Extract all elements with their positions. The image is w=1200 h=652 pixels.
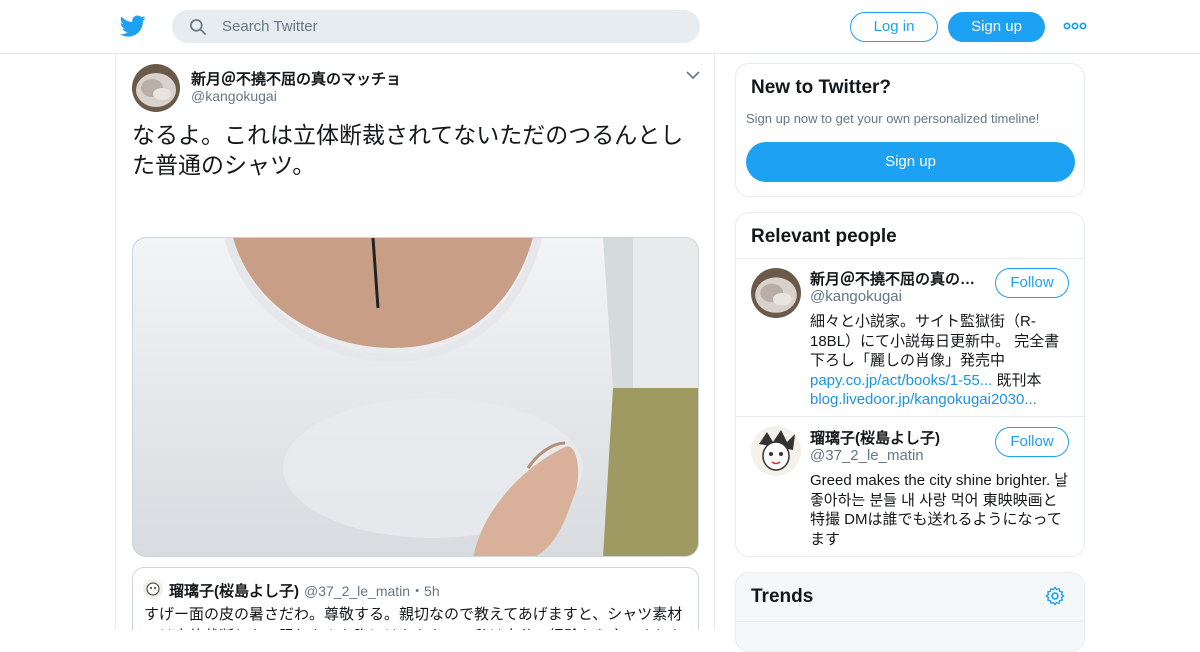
person-name[interactable]: 瑠璃子(桜島よし子) bbox=[810, 427, 980, 448]
avatar-image bbox=[751, 426, 801, 476]
avatar-image bbox=[143, 579, 163, 599]
sidebar-signup-button[interactable]: Sign up bbox=[746, 142, 1075, 182]
new-to-twitter-title: New to Twitter? bbox=[751, 77, 892, 98]
author-name[interactable]: 新月＠不撓不屈の真のマッチョ bbox=[191, 68, 401, 89]
relevant-people-card: Relevant people 新月＠不撓不屈の真の… @kangokugai … bbox=[735, 212, 1085, 557]
relevant-people-title: Relevant people bbox=[751, 226, 897, 247]
bio-text: 既刊本 bbox=[992, 371, 1042, 389]
signup-button[interactable]: Sign up bbox=[948, 12, 1045, 42]
bio-link[interactable]: papy.co.jp/act/books/1-55... bbox=[810, 372, 992, 389]
quoted-author-handle: @37_2_le_matin bbox=[304, 583, 411, 599]
person-item[interactable]: 瑠璃子(桜島よし子) @37_2_le_matin Follow Greed m… bbox=[736, 417, 1084, 556]
photo-image bbox=[133, 238, 698, 556]
twitter-bird-icon[interactable] bbox=[120, 13, 146, 39]
trends-title: Trends bbox=[751, 586, 814, 607]
quoted-tweet-text: すげー面の皮の暑さだわ。尊敬する。親切なので教えてあげますと、シャツ素材では立体… bbox=[144, 606, 684, 630]
quoted-author-avatar bbox=[143, 579, 163, 599]
top-navigation-bar: Log in Sign up bbox=[0, 0, 1200, 54]
new-to-twitter-card: New to Twitter? Sign up now to get your … bbox=[735, 63, 1085, 197]
avatar-image bbox=[132, 64, 180, 112]
new-to-twitter-subtitle: Sign up now to get your own personalized… bbox=[746, 111, 1040, 126]
chevron-down-icon[interactable] bbox=[686, 70, 700, 80]
person-bio: 細々と小説家。サイト監獄街（R-18BL）にて小説毎日更新中。 完全書下ろし「麗… bbox=[810, 312, 1070, 410]
avatar-image bbox=[751, 268, 801, 318]
person-avatar[interactable] bbox=[751, 426, 801, 476]
person-handle[interactable]: @kangokugai bbox=[810, 288, 902, 305]
search-input[interactable] bbox=[222, 10, 682, 43]
follow-button[interactable]: Follow bbox=[995, 427, 1069, 457]
gear-icon[interactable] bbox=[1044, 585, 1066, 607]
person-avatar[interactable] bbox=[751, 268, 801, 318]
follow-button[interactable]: Follow bbox=[995, 268, 1069, 298]
bio-link[interactable]: blog.livedoor.jp/kangokugai2030... bbox=[810, 391, 1037, 408]
divider bbox=[736, 621, 1084, 622]
login-button[interactable]: Log in bbox=[850, 12, 938, 42]
person-item[interactable]: 新月＠不撓不屈の真の… @kangokugai Follow 細々と小説家。サイ… bbox=[736, 258, 1084, 416]
person-name[interactable]: 新月＠不撓不屈の真の… bbox=[810, 268, 980, 289]
search-icon bbox=[190, 19, 206, 35]
author-avatar[interactable] bbox=[132, 64, 180, 112]
person-bio: Greed makes the city shine brighter. 날 좋… bbox=[810, 472, 1069, 548]
person-handle[interactable]: @37_2_le_matin bbox=[810, 447, 924, 464]
search-bar[interactable] bbox=[172, 10, 700, 43]
tweet-detail: 新月＠不撓不屈の真のマッチョ @kangokugai なるよ。これは立体断裁され… bbox=[115, 54, 715, 630]
quoted-tweet[interactable]: 瑠璃子(桜島よし子) @37_2_le_matin・5h すげー面の皮の暑さだわ… bbox=[132, 567, 699, 630]
more-dots-icon[interactable] bbox=[1062, 18, 1088, 34]
bio-text: 細々と小説家。サイト監獄街（R-18BL）にて小説毎日更新中。 完全書下ろし「麗… bbox=[810, 313, 1060, 369]
quoted-author-meta: @37_2_le_matin・5h bbox=[304, 581, 440, 601]
author-handle[interactable]: @kangokugai bbox=[191, 88, 277, 104]
trends-card: Trends bbox=[735, 572, 1085, 652]
quoted-author-name: 瑠璃子(桜島よし子) bbox=[169, 583, 299, 600]
tweet-photo[interactable] bbox=[132, 237, 699, 557]
quoted-tweet-time: ・5h bbox=[410, 583, 440, 599]
tweet-text: なるよ。これは立体断裁されてないただのつるんとした普通のシャツ。 bbox=[132, 122, 684, 178]
